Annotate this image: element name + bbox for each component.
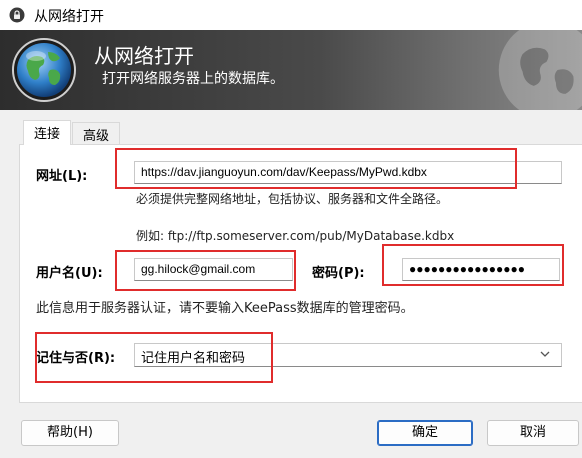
remember-select[interactable]: 记住用户名和密码: [134, 343, 562, 367]
url-label: 网址(L):: [36, 169, 88, 184]
lock-icon: [9, 7, 25, 23]
username-input[interactable]: gg.hilock@gmail.com: [134, 258, 293, 281]
remember-selected-value: 记住用户名和密码: [141, 351, 246, 366]
banner-title: 从网络打开: [94, 44, 194, 68]
auth-note: 此信息用于服务器认证，请不要输入KeePass数据库的管理密码。: [36, 301, 414, 316]
globe-icon: [12, 38, 76, 102]
cancel-button[interactable]: 取消: [487, 420, 579, 446]
ok-button[interactable]: 确定: [377, 420, 473, 446]
url-input[interactable]: https://dav.jianguoyun.com/dav/Keepass/M…: [134, 161, 562, 184]
window-title: 从网络打开: [34, 9, 104, 25]
help-button[interactable]: 帮助(H): [21, 420, 119, 446]
banner-subtitle: 打开网络服务器上的数据库。: [102, 71, 284, 87]
url-example: 例如: ftp://ftp.someserver.com/pub/MyDatab…: [136, 229, 455, 243]
tab-advanced[interactable]: 高级: [72, 122, 121, 144]
password-label: 密码(P):: [312, 266, 365, 281]
open-from-url-dialog: 从网络打开 从网络打开 打开网络服务器上的数据库。 连接 高级 网址(L): h…: [0, 0, 582, 458]
header-banner: 从网络打开 打开网络服务器上的数据库。: [0, 30, 582, 110]
remember-label: 记住与否(R):: [36, 351, 116, 366]
title-bar: 从网络打开: [0, 0, 582, 30]
chevron-down-icon[interactable]: [539, 348, 551, 360]
tab-connection[interactable]: 连接: [23, 120, 72, 145]
url-hint: 必须提供完整网络地址，包括协议、服务器和文件全路径。: [136, 192, 449, 206]
username-label: 用户名(U):: [36, 266, 103, 281]
globe-watermark-icon: [498, 30, 582, 110]
password-input[interactable]: ●●●●●●●●●●●●●●●●: [402, 258, 560, 281]
